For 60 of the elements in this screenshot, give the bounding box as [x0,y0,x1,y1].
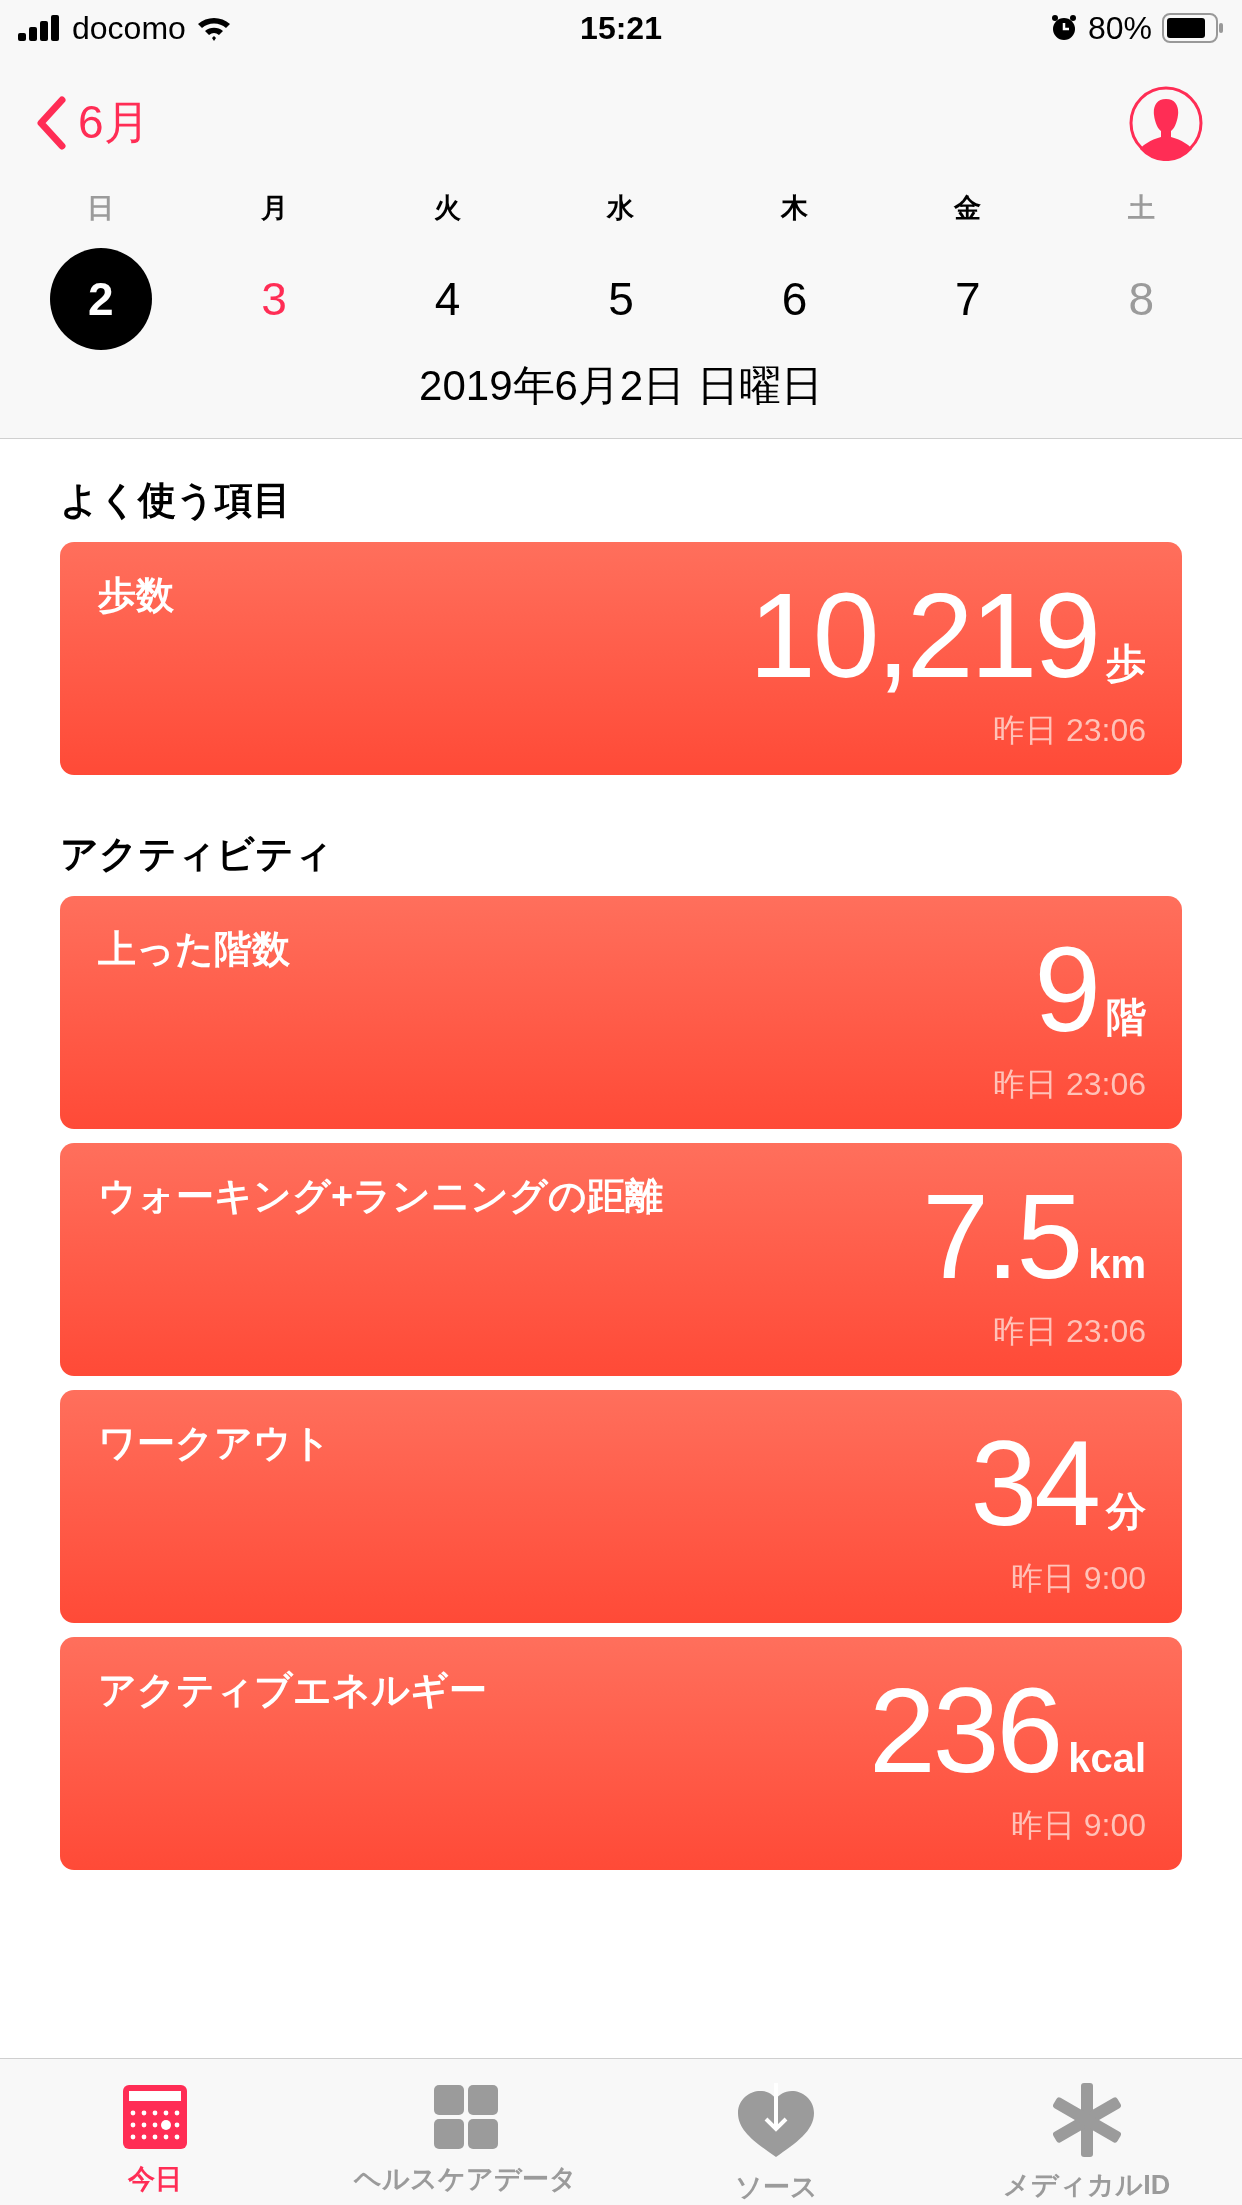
date-button[interactable]: 2 [49,248,152,350]
profile-icon[interactable] [1128,85,1204,161]
weekday-label: 木 [780,192,808,225]
weekday-label: 火 [434,192,462,225]
tab-bar-item[interactable]: ヘルスケアデータ [310,2059,621,2205]
date-button[interactable]: 5 [570,248,672,350]
date-button[interactable]: 4 [396,248,499,350]
weekday-label: 土 [1127,192,1155,225]
metric-time: 昨日 9:00 [1010,1559,1146,1598]
battery-percent: 80% [1087,9,1152,47]
section-title: アクティビティ [60,832,334,877]
metric-value: 7.5 [922,1176,1081,1296]
metric-card[interactable]: ウォーキング+ランニングの距離 7.5 km 昨日 23:06 [60,1143,1182,1376]
status-time: 15:21 [580,9,662,47]
metric-card[interactable]: ワークアウト 34分 昨日 9:00 [60,1390,1182,1623]
tab-bar-item[interactable]: 今日 [0,2059,311,2205]
metric-time: 昨日 23:06 [993,1065,1146,1104]
grid-icon [431,2083,500,2151]
weekday-label: 金 [954,192,982,225]
metric-unit: 分 [1106,1488,1146,1535]
section-title: よく使う項目 [60,478,292,523]
weekday-label: 水 [607,192,635,225]
back-label: 6月 [78,95,150,150]
metric-title: アクティブエネルギー [98,1668,487,1713]
tab-bar-item[interactable]: ソース [621,2059,932,2205]
date-button[interactable]: 7 [916,248,1019,350]
back-button[interactable]: 6月 [36,92,150,154]
chevron-left-icon [36,96,66,150]
metric-unit: 階 [1106,994,1146,1041]
metric-title: 上った階数 [98,927,290,972]
metric-unit: 歩 [1106,640,1146,687]
calendar-icon [121,2083,190,2151]
asterisk-icon [1050,2083,1123,2157]
date-button[interactable]: 6 [743,248,846,350]
carrier-name: docomo [72,9,186,47]
metric-card[interactable]: 上った階数 9 階 昨日 23:06 [60,896,1182,1129]
metric-card[interactable]: 歩数 10,219 歩 昨日 23:06 [60,542,1182,775]
metric-time: 昨日 23:06 [993,711,1146,750]
metric-title: 歩数 [98,573,174,618]
date-button[interactable]: 8 [1090,248,1193,350]
signal-icon [18,15,62,41]
metric-unit: km [1088,1242,1146,1287]
metric-title: ワークアウト [98,1421,331,1466]
metric-unit: kcal [1068,1736,1146,1781]
weekday-label: 月 [260,192,288,225]
metric-time: 昨日 9:00 [1010,1806,1146,1845]
weekday-label: 日 [87,192,115,225]
alarm-icon [1049,14,1078,42]
metric-value: 34 [970,1423,1098,1543]
metric-value: 10,219 [748,575,1098,695]
date-title: 2019年6月2日 日曜日 [418,361,824,411]
battery-icon [1162,13,1224,43]
metric-title: ウォーキング+ランニングの距離 [98,1174,664,1219]
tab-bar-item[interactable]: メディカルID [931,2059,1242,2205]
metric-card[interactable]: アクティブエネルギー 236 kcal 昨日 9:00 [60,1637,1182,1870]
metric-value: 236 [868,1670,1061,1790]
metric-time: 昨日 23:06 [993,1312,1146,1351]
heart-arrow-icon [736,2083,817,2159]
metric-value: 9 [1034,929,1098,1049]
date-button[interactable]: 3 [223,248,326,350]
